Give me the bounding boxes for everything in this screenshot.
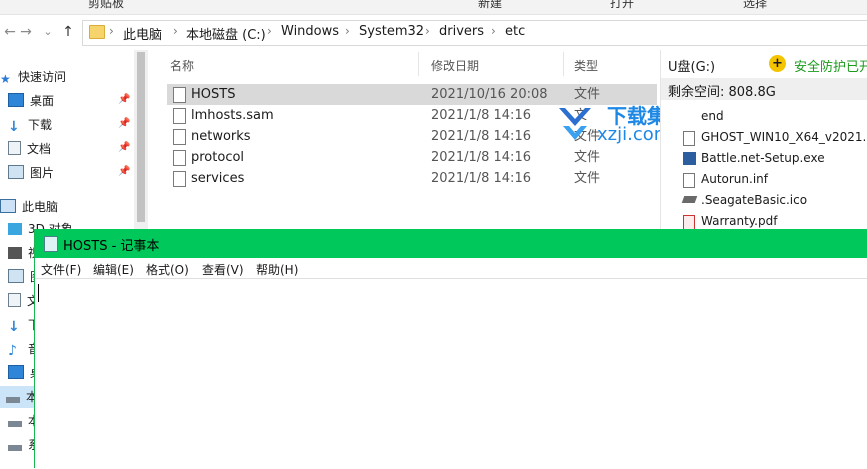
list-item[interactable]: Autorun.inf: [701, 169, 768, 190]
notepad-menubar: 文件(F) 编辑(E) 格式(O) 查看(V) 帮助(H): [35, 258, 867, 278]
ribbon-group-select[interactable]: 选择: [743, 0, 767, 11]
folder-icon: [89, 25, 105, 39]
menu-edit[interactable]: 编辑(E): [93, 261, 134, 278]
star-icon: ★: [0, 72, 11, 86]
menu-view[interactable]: 查看(V): [202, 261, 244, 278]
breadcrumb-etc[interactable]: etc: [505, 24, 525, 39]
pin-icon[interactable]: 📌: [118, 94, 130, 105]
pin-icon[interactable]: 📌: [118, 166, 130, 177]
chevron-right-icon: ›: [425, 24, 430, 38]
drive-icon: [8, 445, 22, 451]
ribbon-group-open[interactable]: 打开: [610, 0, 634, 11]
column-divider[interactable]: [418, 52, 419, 76]
column-divider[interactable]: [563, 52, 564, 76]
desktop-icon: [8, 365, 24, 379]
sidebar-item-pictures[interactable]: 图片: [8, 162, 54, 184]
chevron-right-icon: ›: [173, 24, 178, 38]
recent-dropdown-button[interactable]: ⌄: [38, 22, 58, 42]
video-icon: [8, 247, 22, 259]
table-row[interactable]: services 2021/1/8 14:16 文件: [167, 168, 657, 189]
picture-icon: [8, 269, 24, 283]
ribbon-group-clipboard[interactable]: 剪贴板: [88, 0, 124, 11]
sidebar-item-desktop[interactable]: 桌面: [8, 90, 54, 112]
text-caret: [38, 284, 39, 302]
breadcrumb-system32[interactable]: System32: [359, 24, 424, 39]
download-arrow-logo-icon: [559, 108, 591, 140]
column-header-name[interactable]: 名称: [170, 57, 194, 74]
pin-icon[interactable]: 📌: [118, 118, 130, 129]
table-row[interactable]: protocol 2021/1/8 14:16 文件: [167, 147, 657, 168]
notepad-title: HOSTS - 记事本: [63, 239, 160, 254]
menu-format[interactable]: 格式(O): [146, 261, 189, 278]
up-button[interactable]: ↑: [58, 22, 78, 42]
sidebar-quick-access[interactable]: ★ 快速访问: [0, 66, 66, 88]
notepad-text-area[interactable]: [35, 278, 867, 469]
computer-icon: [0, 199, 16, 213]
file-icon: [173, 171, 186, 187]
file-icon: [173, 87, 186, 103]
breadcrumb-windows[interactable]: Windows: [281, 24, 339, 39]
drive-icon: [8, 421, 22, 427]
breadcrumb-drivers[interactable]: drivers: [439, 24, 484, 39]
list-item[interactable]: .SeagateBasic.ico: [701, 190, 807, 211]
drive-icon: [6, 397, 20, 403]
column-header-type[interactable]: 类型: [574, 57, 598, 74]
list-item[interactable]: GHOST_WIN10_X64_v2021.iso: [701, 127, 867, 148]
menu-help[interactable]: 帮助(H): [256, 261, 298, 278]
pin-icon[interactable]: 📌: [118, 142, 130, 153]
list-item[interactable]: end: [701, 106, 724, 127]
free-space-bar: 剩余空间: 808.8G: [661, 78, 867, 100]
sidebar-item-documents[interactable]: 文档: [8, 138, 51, 160]
document-icon: [8, 141, 21, 155]
exe-file-icon: [683, 152, 696, 165]
address-bar[interactable]: › 此电脑 › 本地磁盘 (C:) › Windows › System32 ›…: [82, 20, 867, 46]
security-status[interactable]: 安全防护已开: [794, 56, 867, 75]
sidebar-this-pc[interactable]: 此电脑: [0, 196, 58, 218]
file-icon: [173, 129, 186, 145]
desktop-icon: [8, 93, 24, 107]
chevron-right-icon: ›: [345, 24, 350, 38]
security-plus-icon: +: [769, 55, 786, 72]
file-icon: [173, 150, 186, 166]
chevron-right-icon: ›: [491, 24, 496, 38]
column-header-date[interactable]: 修改日期: [431, 57, 479, 74]
pdf-file-icon: [683, 215, 695, 230]
ribbon-group-new[interactable]: 新建: [478, 0, 502, 11]
breadcrumb-this-pc[interactable]: 此电脑: [123, 24, 162, 43]
notepad-icon: [44, 236, 58, 252]
inf-file-icon: [683, 173, 695, 188]
download-icon: ↓: [8, 319, 20, 335]
document-icon: [8, 293, 21, 307]
menu-file[interactable]: 文件(F): [41, 261, 81, 278]
chevron-right-icon: ›: [109, 24, 114, 38]
ribbon-bar: 剪贴板 新建 打开 选择: [0, 0, 867, 15]
notepad-titlebar[interactable]: HOSTS - 记事本: [35, 229, 867, 258]
drive-title: U盘(G:): [668, 60, 716, 75]
download-icon: ↓: [8, 119, 20, 135]
picture-icon: [8, 165, 24, 179]
notepad-window: HOSTS - 记事本 文件(F) 编辑(E) 格式(O) 查看(V) 帮助(H…: [34, 229, 867, 469]
iso-file-icon: [683, 131, 695, 146]
cube-icon: [8, 223, 22, 235]
drive-info-panel: U盘(G:) + 安全防护已开 剩余空间: 808.8G end GHOST_W…: [660, 50, 867, 230]
music-icon: ♪: [8, 343, 17, 359]
navigation-row: ← → ⌄ ↑ › 此电脑 › 本地磁盘 (C:) › Windows › Sy…: [0, 16, 867, 48]
chevron-right-icon: ›: [267, 24, 272, 38]
forward-button[interactable]: →: [16, 22, 36, 42]
breadcrumb-c-drive[interactable]: 本地磁盘 (C:): [186, 24, 266, 43]
nav-scrollbar[interactable]: [134, 50, 148, 230]
scrollbar-thumb[interactable]: [137, 52, 145, 222]
file-icon: [173, 108, 186, 124]
list-item[interactable]: Battle.net-Setup.exe: [701, 148, 825, 169]
ico-file-icon: [681, 196, 698, 203]
sidebar-item-downloads[interactable]: ↓ 下载: [8, 114, 52, 136]
